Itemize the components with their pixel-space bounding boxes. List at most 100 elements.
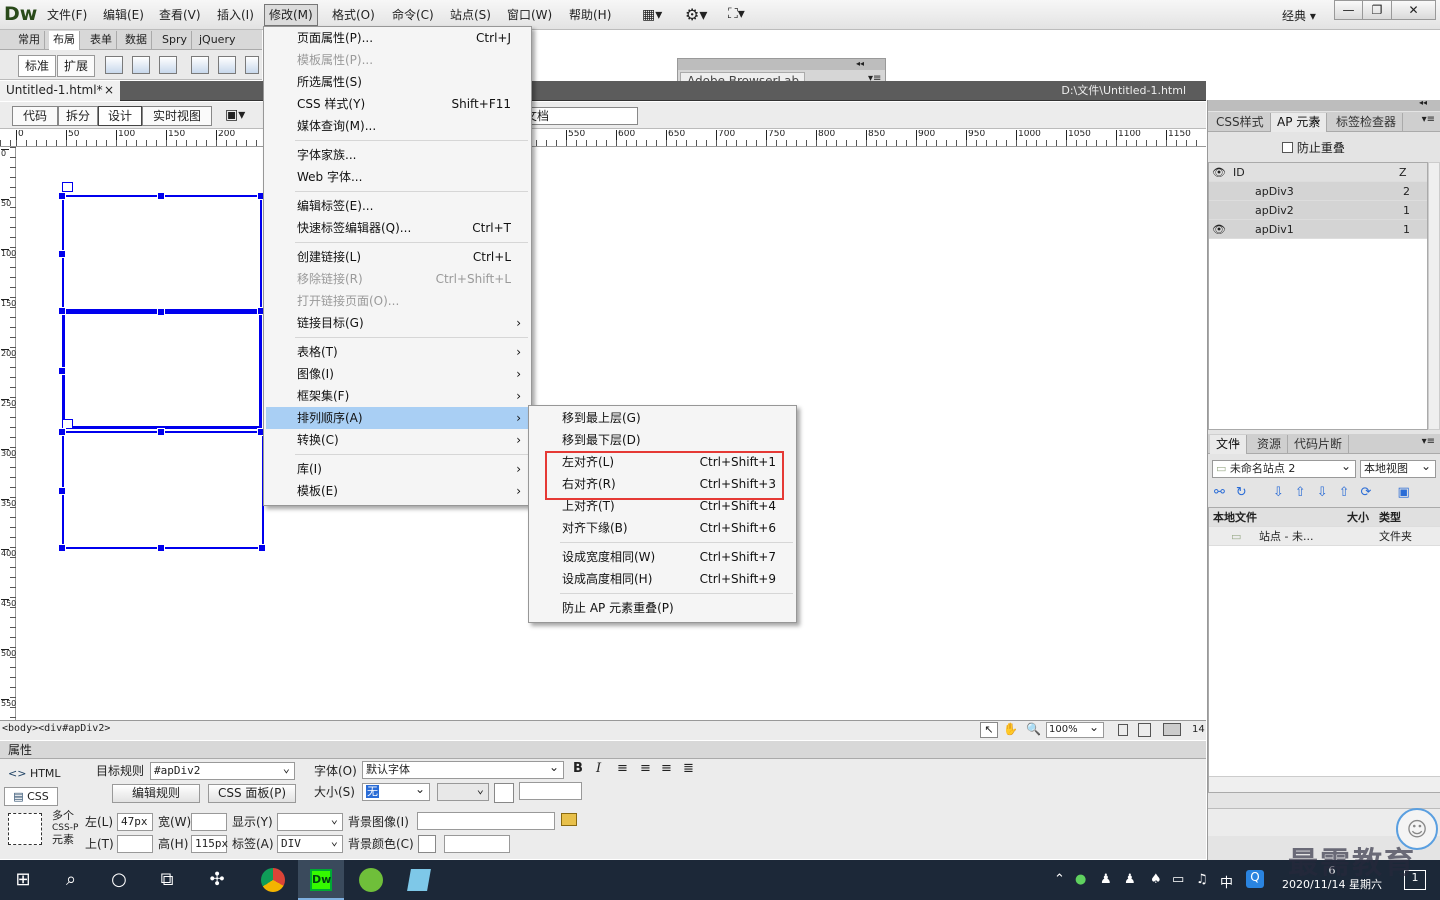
chrome-icon[interactable] — [250, 860, 296, 900]
melon-app-icon[interactable] — [348, 860, 394, 900]
color-picker[interactable] — [494, 783, 514, 803]
display-select[interactable] — [277, 811, 343, 831]
network-icon[interactable]: ▭ — [1172, 872, 1184, 887]
tag-select[interactable]: DIV — [277, 833, 343, 853]
font-select[interactable]: 默认字体 — [362, 759, 564, 779]
insert-table-icon[interactable] — [159, 56, 177, 74]
align-center-icon[interactable]: ≡ — [640, 761, 651, 776]
menu-item-web-fonts[interactable]: Web 字体... — [266, 166, 529, 188]
split-view-button[interactable]: 拆分 — [58, 106, 98, 126]
insert-more-icon[interactable] — [245, 56, 259, 74]
resize-handle[interactable] — [258, 544, 266, 552]
resize-handle[interactable] — [58, 307, 66, 315]
pointer-tool-icon[interactable]: ↖ — [980, 722, 998, 738]
tab-ap-elements[interactable]: AP 元素 — [1271, 110, 1328, 132]
dreamweaver-taskbar-icon[interactable]: Dw — [298, 860, 344, 900]
pinwheel-app-icon[interactable]: ✣ — [194, 860, 240, 900]
tab-css-styles[interactable]: CSS样式 — [1210, 113, 1271, 132]
qq-icon[interactable]: ♟ — [1124, 872, 1136, 887]
menu-item-edit-tag[interactable]: 编辑标签(E)... — [266, 195, 529, 217]
ime-indicator[interactable]: 中 — [1220, 872, 1233, 891]
tab-files[interactable]: 文件 — [1210, 432, 1248, 454]
qq-input-icon[interactable]: Q — [1246, 870, 1264, 888]
menu-item-template-properties[interactable]: 模板属性(P)... — [266, 49, 529, 71]
file-list-scrollbar[interactable] — [1209, 776, 1440, 792]
collapse-icon[interactable]: ◂◂ — [856, 59, 864, 68]
ap-row[interactable]: 👁 apDiv1 1 — [1209, 220, 1427, 239]
menu-item-arrange[interactable]: 排列顺序(A) › — [266, 407, 529, 429]
windows-start-icon[interactable]: ⊞ — [0, 860, 46, 900]
notification-bell-icon[interactable]: ♠ — [1150, 872, 1162, 887]
tab-assets[interactable]: 资源 — [1251, 435, 1289, 454]
tab-data[interactable]: 数据 — [121, 31, 152, 50]
design-view-button[interactable]: 设计 — [98, 106, 142, 126]
zoom-select[interactable]: 100% — [1046, 720, 1104, 738]
tag-selector[interactable]: <body><div#apDiv2> — [2, 723, 110, 734]
menu-item-table[interactable]: 表格(T) › — [266, 341, 529, 363]
document-tab[interactable]: Untitled-1.html* × — [0, 81, 120, 101]
wechat-icon[interactable]: ● — [1075, 872, 1086, 887]
panel-grip[interactable] — [678, 59, 885, 70]
tab-spry[interactable]: Spry — [158, 31, 192, 50]
panel-grip[interactable]: ◂◂ — [1208, 98, 1440, 111]
view-select[interactable]: 本地视图 — [1360, 458, 1436, 478]
menu-item-css-styles[interactable]: CSS 样式(Y) Shift+F11 — [266, 93, 529, 115]
menu-item-convert[interactable]: 转换(C) › — [266, 429, 529, 451]
eye-icon[interactable]: 👁 — [1212, 220, 1226, 239]
workspace-switcher[interactable]: 经典 ▾ — [1282, 7, 1316, 24]
menu-item-quick-tag-editor[interactable]: 快速标签编辑器(Q)... Ctrl+T — [266, 217, 529, 239]
gear-icon[interactable]: ⚙▾ — [685, 5, 707, 24]
edit-rule-button[interactable]: 编辑规则 — [112, 784, 200, 803]
menu-item-image[interactable]: 图像(I) › — [266, 363, 529, 385]
resize-handle[interactable] — [157, 308, 165, 316]
ap-row[interactable]: apDiv2 1 — [1209, 201, 1427, 220]
tab-common[interactable]: 常用 — [14, 31, 45, 50]
files-toolbar-icons[interactable]: ⚯↻ ⇩⇧⇩⇧⟳ ▣ — [1214, 485, 1421, 500]
width-input[interactable] — [191, 813, 227, 831]
ap-div-anchor-icon[interactable] — [62, 182, 73, 192]
insert-div-icon[interactable] — [105, 56, 123, 74]
css-panel-button[interactable]: CSS 面板(P) — [208, 784, 296, 803]
submenu-item-align-bottom[interactable]: 对齐下缘(B) Ctrl+Shift+6 — [531, 517, 794, 539]
menu-view[interactable]: 查看(V) — [155, 6, 205, 26]
prevent-overlap-checkbox[interactable]: 防止重叠 — [1282, 139, 1345, 156]
qq-icon[interactable]: ♟ — [1100, 872, 1112, 887]
site-icon[interactable]: ⛶▾ — [728, 6, 745, 22]
justify-icon[interactable]: ≣ — [683, 761, 694, 776]
bold-icon[interactable]: B — [573, 761, 583, 776]
submenu-item-bring-to-front[interactable]: 移到最上层(G) — [531, 407, 794, 429]
ap-div-1[interactable] — [62, 195, 262, 311]
ap-div-3[interactable] — [62, 431, 264, 549]
panel-menu-icon[interactable]: ▾≡ — [1422, 114, 1435, 125]
bg-color-input[interactable] — [444, 835, 510, 853]
resize-handle[interactable] — [58, 487, 66, 495]
panel-menu-icon[interactable]: ▾≡ — [1422, 436, 1435, 447]
menu-item-templates[interactable]: 模板(E) › — [266, 480, 529, 502]
menu-file[interactable]: 文件(F) — [43, 6, 91, 26]
cortana-icon[interactable]: ○ — [96, 860, 142, 900]
menu-item-library[interactable]: 库(I) › — [266, 458, 529, 480]
desktop-size-icon[interactable] — [1163, 723, 1181, 736]
multiscreen-icon[interactable]: ▣▾ — [225, 107, 245, 123]
menu-site[interactable]: 站点(S) — [446, 6, 495, 26]
insert-ap-div-icon[interactable] — [132, 56, 150, 74]
ap-div-2-selected[interactable] — [62, 311, 262, 429]
menu-insert[interactable]: 插入(I) — [213, 6, 258, 26]
task-view-icon[interactable]: ⧉ — [144, 860, 190, 900]
menu-item-page-properties[interactable]: 页面属性(P)... Ctrl+J — [266, 27, 529, 49]
align-left-icon[interactable]: ≡ — [617, 761, 628, 776]
insert-fluid-icon[interactable] — [191, 56, 209, 74]
menu-item-media-queries[interactable]: 媒体查询(M)... — [266, 115, 529, 137]
site-select[interactable]: ▭ 未命名站点 2 — [1212, 458, 1356, 478]
zoom-tool-icon[interactable]: 🔍 — [1026, 722, 1041, 736]
submenu-item-prevent-overlap[interactable]: 防止 AP 元素重叠(P) — [531, 597, 794, 619]
submenu-item-make-same-width[interactable]: 设成宽度相同(W) Ctrl+Shift+7 — [531, 546, 794, 568]
menu-modify[interactable]: 修改(M) — [264, 4, 318, 26]
italic-icon[interactable]: I — [596, 761, 601, 776]
tab-forms[interactable]: 表单 — [86, 31, 117, 50]
tab-tag-inspector[interactable]: 标签检查器 — [1330, 113, 1404, 132]
restore-button[interactable]: ❐ — [1362, 0, 1392, 20]
align-right-icon[interactable]: ≡ — [661, 761, 672, 776]
search-icon[interactable]: ⌕ — [48, 860, 94, 900]
hand-tool-icon[interactable]: ✋ — [1003, 722, 1018, 736]
